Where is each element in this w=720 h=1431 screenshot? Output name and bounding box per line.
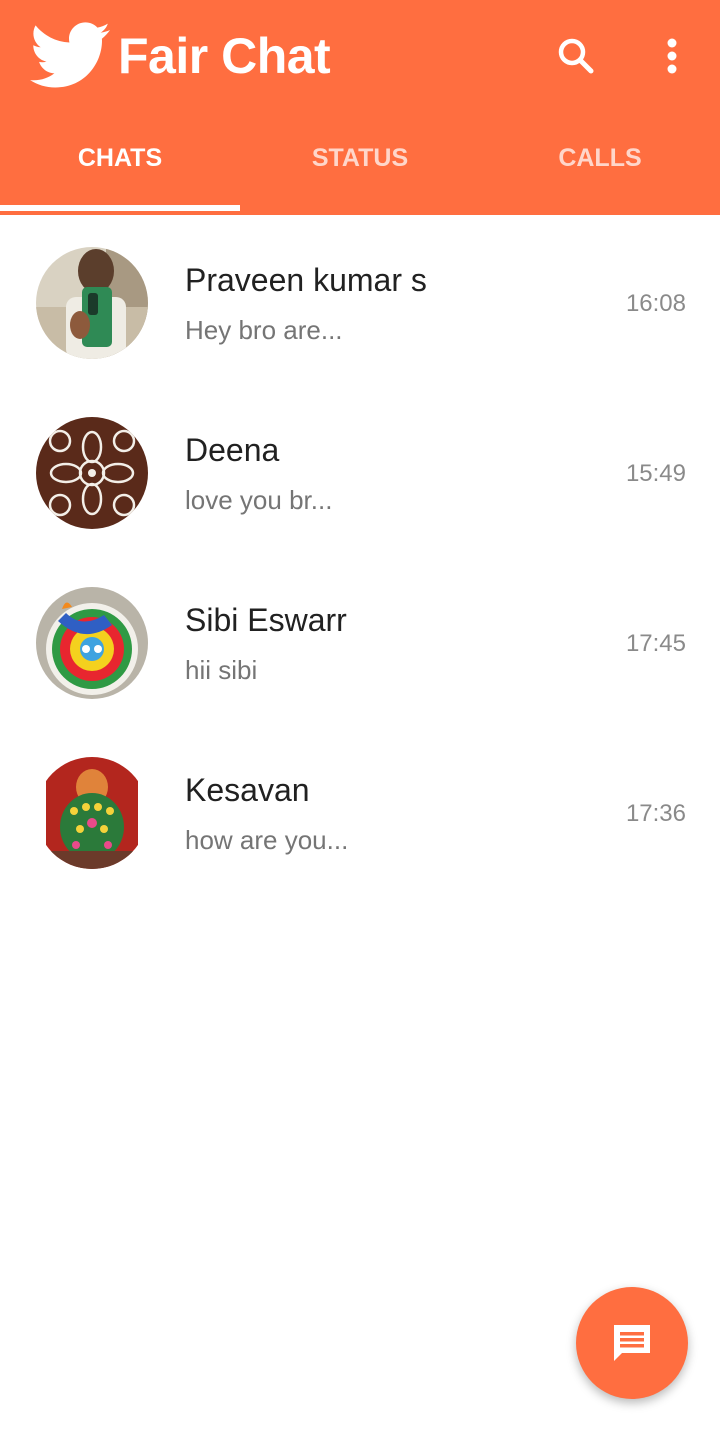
twitter-bird-icon xyxy=(30,22,110,88)
chat-item[interactable]: Sibi Eswarr hii sibi 17:45 xyxy=(0,560,720,730)
new-chat-button[interactable] xyxy=(576,1287,688,1399)
avatar xyxy=(36,587,148,699)
active-tab-indicator xyxy=(0,205,240,211)
tab-calls[interactable]: CALLS xyxy=(480,130,720,186)
chat-last-message: love you br... xyxy=(185,485,333,515)
more-vert-icon xyxy=(667,38,677,74)
chat-name: Praveen kumar s xyxy=(185,262,427,298)
chat-time: 15:49 xyxy=(625,460,686,487)
chat-time: 17:45 xyxy=(625,630,686,657)
chat-name: Sibi Eswarr xyxy=(185,602,347,638)
chat-time: 17:36 xyxy=(625,800,686,827)
chat-name: Kesavan xyxy=(185,772,310,808)
chat-item[interactable]: Deena love you br... 15:49 xyxy=(0,390,720,560)
chat-last-message: hii sibi xyxy=(185,655,258,685)
avatar xyxy=(36,417,148,529)
more-options-button[interactable] xyxy=(648,32,696,80)
chat-time: 16:08 xyxy=(625,290,686,317)
avatar xyxy=(36,757,148,869)
message-icon xyxy=(614,1325,650,1361)
tab-status[interactable]: STATUS xyxy=(240,130,480,186)
chat-last-message: Hey bro are... xyxy=(185,315,343,345)
app-bar: Fair Chat CHATS STATUS CALLS xyxy=(0,0,720,215)
avatar xyxy=(36,247,148,359)
chat-item[interactable]: Kesavan how are you... 17:36 xyxy=(0,730,720,900)
search-icon xyxy=(558,38,594,74)
chat-item[interactable]: Praveen kumar s Hey bro are... 16:08 xyxy=(0,220,720,390)
chat-name: Deena xyxy=(185,432,280,468)
app-title: Fair Chat xyxy=(118,28,331,84)
tab-chats[interactable]: CHATS xyxy=(0,130,240,186)
search-button[interactable] xyxy=(552,32,600,80)
chat-last-message: how are you... xyxy=(185,825,349,855)
